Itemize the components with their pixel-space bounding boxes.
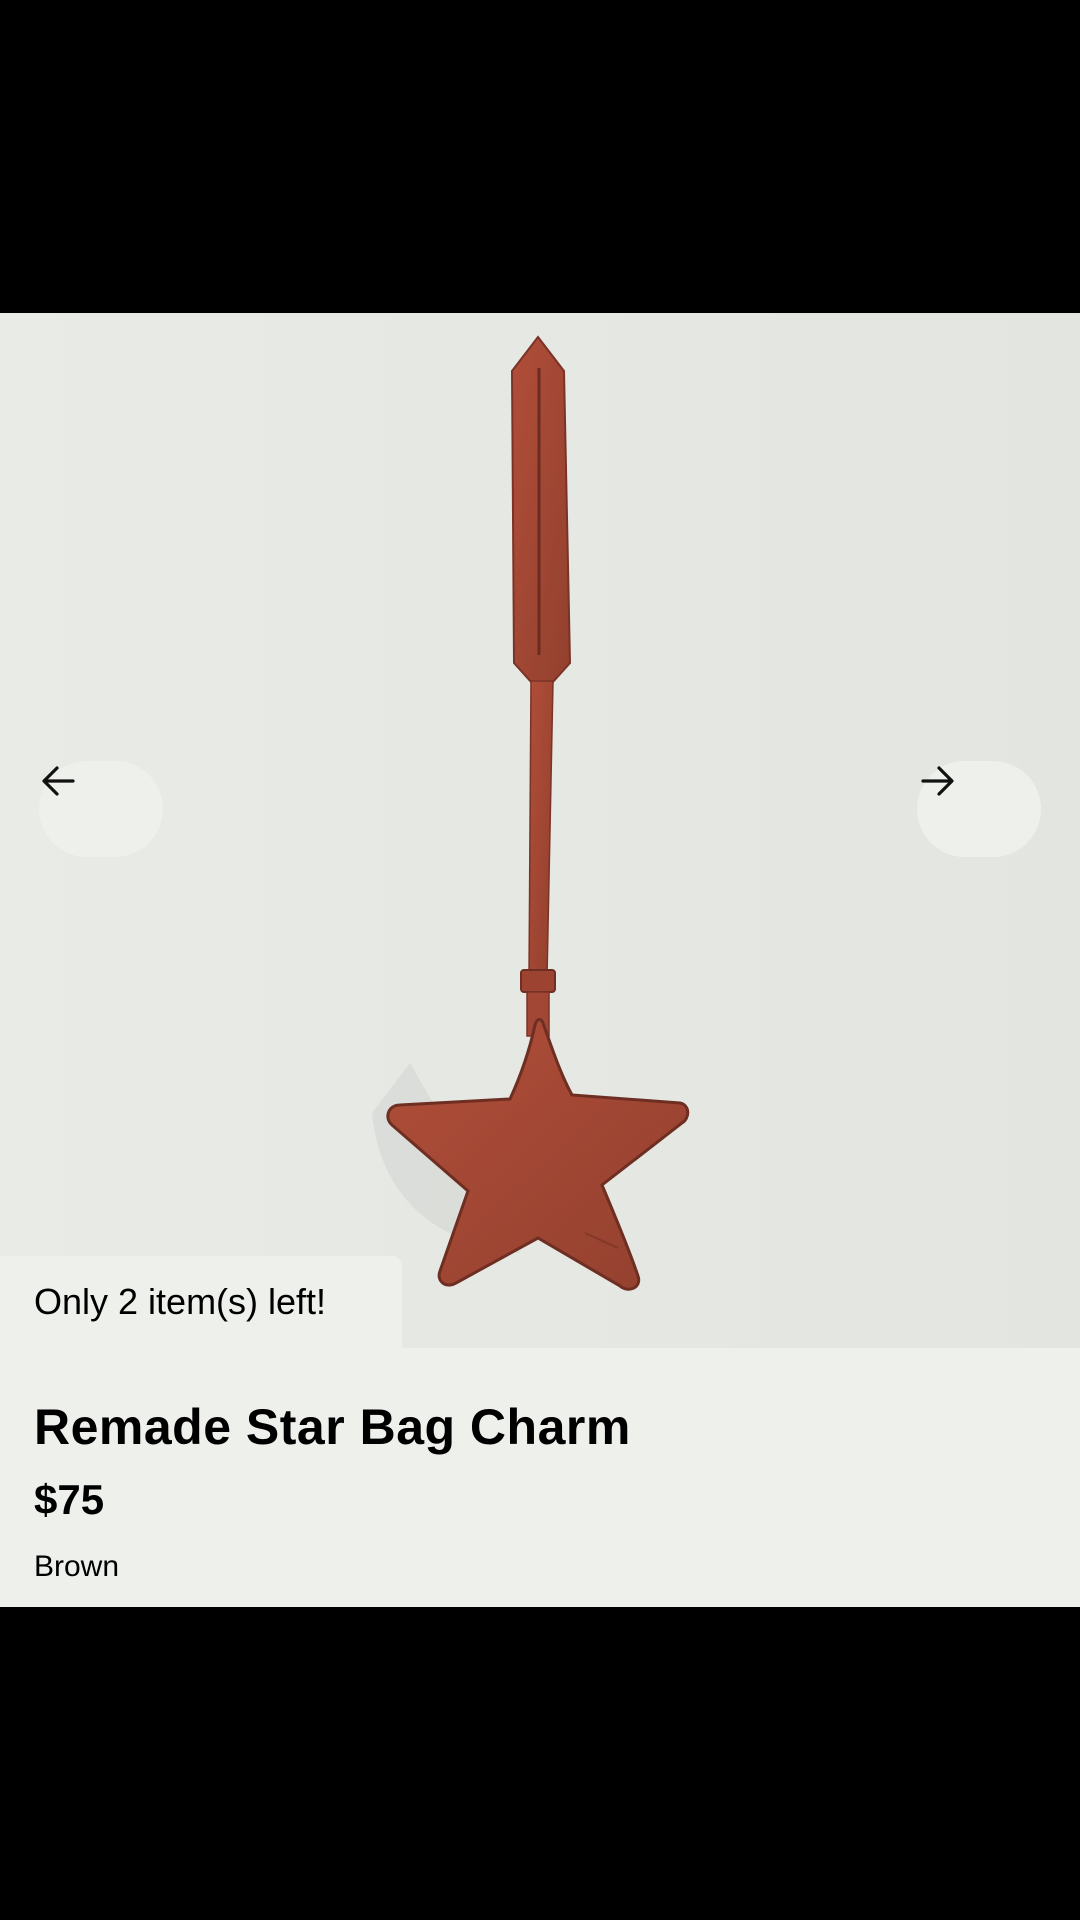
product-price: $75 xyxy=(34,1476,105,1523)
arrow-right-icon xyxy=(921,766,954,796)
next-image-button[interactable] xyxy=(917,761,1041,857)
stock-message: Only 2 item(s) left! xyxy=(34,1281,327,1322)
product-color: Brown xyxy=(34,1550,120,1583)
arrow-left-icon xyxy=(42,766,75,796)
product-title: Remade Star Bag Charm xyxy=(34,1399,631,1455)
product-card: Only 2 item(s) left! Remade Star Bag Cha… xyxy=(0,313,1080,1607)
product-image: Only 2 item(s) left! xyxy=(0,313,1080,1348)
stock-badge: Only 2 item(s) left! xyxy=(0,1256,402,1348)
star-charm-illustration xyxy=(372,335,690,1291)
previous-image-button[interactable] xyxy=(39,761,163,857)
